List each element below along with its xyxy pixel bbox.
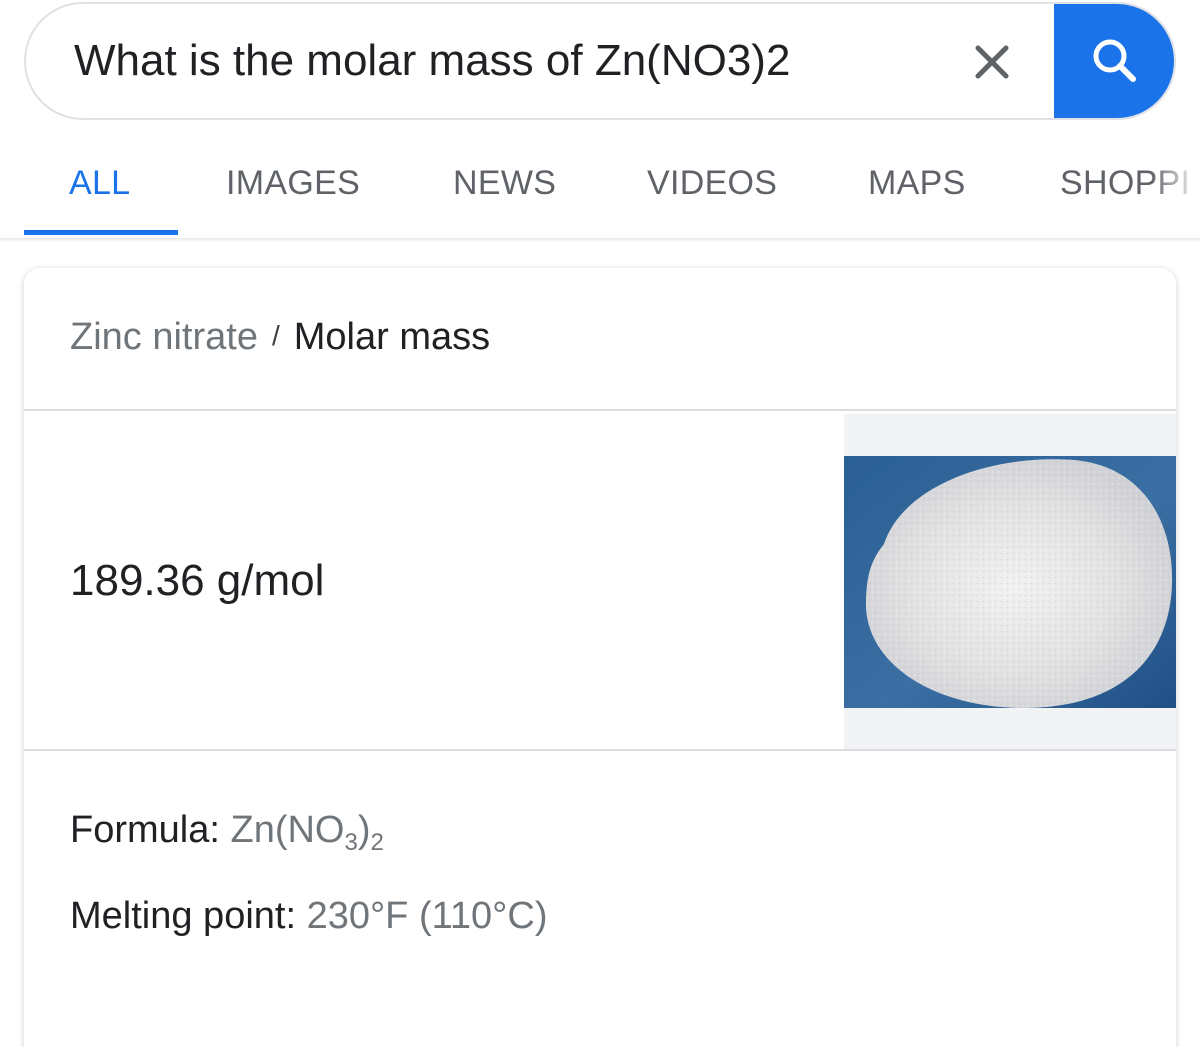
fact-melting-point-value[interactable]: 230°F (110°C) [307,895,548,937]
search-tabs: ALL IMAGES NEWS VIDEOS MAPS SHOPPI [0,150,1200,238]
search-results-page: ALL IMAGES NEWS VIDEOS MAPS SHOPPI Zinc … [0,0,1200,1047]
fact-melting-point-label: Melting point: [70,895,297,937]
tab-maps[interactable]: MAPS [868,164,966,203]
fact-formula-label: Formula: [70,809,220,851]
search-icon [1093,39,1136,82]
zinc-nitrate-powder-image [844,456,1176,708]
fact-formula: Formula: Zn(NO3)2 [70,808,547,856]
breadcrumb-separator: / [271,320,280,351]
tab-videos[interactable]: VIDEOS [647,164,777,203]
knowledge-card: Zinc nitrate / Molar mass 189.36 g/mol F… [24,268,1176,1047]
fact-formula-value[interactable]: Zn(NO3)2 [230,809,383,856]
divider [24,409,1176,411]
facts-list: Formula: Zn(NO3)2 Melting point: 230°F (… [70,808,547,938]
tab-all[interactable]: ALL [69,164,130,203]
search-input[interactable] [74,4,934,118]
tab-news[interactable]: NEWS [453,164,556,203]
divider [24,749,1176,751]
breadcrumb: Zinc nitrate / Molar mass [70,316,490,359]
tabs-fade-overlay [1150,150,1200,230]
fact-melting-point: Melting point: 230°F (110°C) [70,894,547,938]
active-tab-indicator [24,230,178,235]
search-bar [24,2,1176,120]
breadcrumb-entity-link[interactable]: Zinc nitrate [70,316,258,358]
clear-search-button[interactable] [956,26,1028,98]
answer-value: 189.36 g/mol [70,556,325,605]
close-icon [975,45,1009,79]
tab-images[interactable]: IMAGES [226,164,360,203]
search-button[interactable] [1054,4,1174,118]
breadcrumb-attribute: Molar mass [293,316,491,358]
zinc-nitrate-image[interactable] [844,414,1176,750]
